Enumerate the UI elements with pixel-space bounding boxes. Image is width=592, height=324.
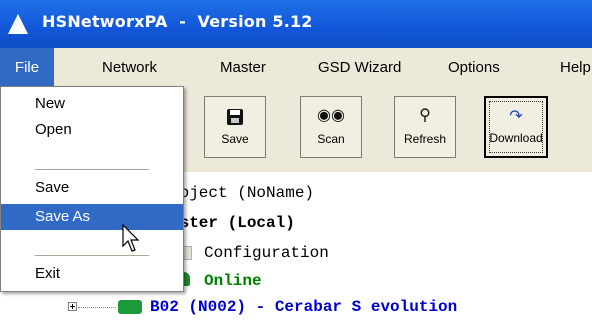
scan-button-label: Scan xyxy=(317,132,345,146)
menu-network[interactable]: Network xyxy=(102,48,157,88)
menu-separator xyxy=(35,255,149,256)
window-title: HSNetworxPA - Version 5.12 xyxy=(42,12,313,31)
save-button-label: Save xyxy=(221,132,249,146)
download-arrow-icon: ↷ xyxy=(509,108,523,125)
app-icon[interactable] xyxy=(8,14,28,34)
tree-project-node[interactable]: roject (NoName) xyxy=(170,184,314,202)
tree-configuration-node[interactable]: Configuration xyxy=(204,244,329,262)
tree-master-node[interactable]: aster (Local) xyxy=(170,214,295,232)
menu-item-exit[interactable]: Exit xyxy=(1,261,183,287)
menu-options[interactable]: Options xyxy=(448,48,500,88)
file-dropdown-menu: New Open Save Save As Exit xyxy=(0,86,184,292)
refresh-button-label: Refresh xyxy=(403,132,447,146)
expand-toggle-icon[interactable] xyxy=(68,302,77,311)
tree-device-node[interactable]: B02 (N002) - Cerabar S evolution xyxy=(150,298,457,316)
menu-item-new[interactable]: New xyxy=(1,91,183,117)
binoculars-icon: ◉◉ xyxy=(317,107,345,124)
menu-item-save[interactable]: Save xyxy=(1,175,183,201)
menu-item-open[interactable]: Open xyxy=(1,117,183,143)
menu-master[interactable]: Master xyxy=(220,48,266,88)
menu-separator xyxy=(35,169,149,170)
menu-item-save-as[interactable]: Save As xyxy=(1,204,183,230)
device-icon xyxy=(118,300,142,314)
tree-connector xyxy=(78,307,116,308)
tree-online-node[interactable]: Online xyxy=(204,272,262,290)
menu-bar: File Network Master GSD Wizard Options H… xyxy=(0,48,592,89)
refresh-button[interactable]: ⚲ Refresh xyxy=(394,96,456,158)
download-button[interactable]: ↷ Download xyxy=(484,96,548,158)
magnifier-icon: ⚲ xyxy=(419,107,431,124)
save-button[interactable]: Save xyxy=(204,96,266,158)
mouse-cursor-icon xyxy=(122,224,140,252)
menu-gsd-wizard[interactable]: GSD Wizard xyxy=(318,48,401,88)
menu-file[interactable]: File xyxy=(0,48,54,88)
title-bar: HSNetworxPA - Version 5.12 xyxy=(0,0,592,48)
menu-help[interactable]: Help xyxy=(560,48,591,88)
save-icon xyxy=(227,109,243,125)
scan-button[interactable]: ◉◉ Scan xyxy=(300,96,362,158)
download-button-label: Download xyxy=(489,131,543,145)
